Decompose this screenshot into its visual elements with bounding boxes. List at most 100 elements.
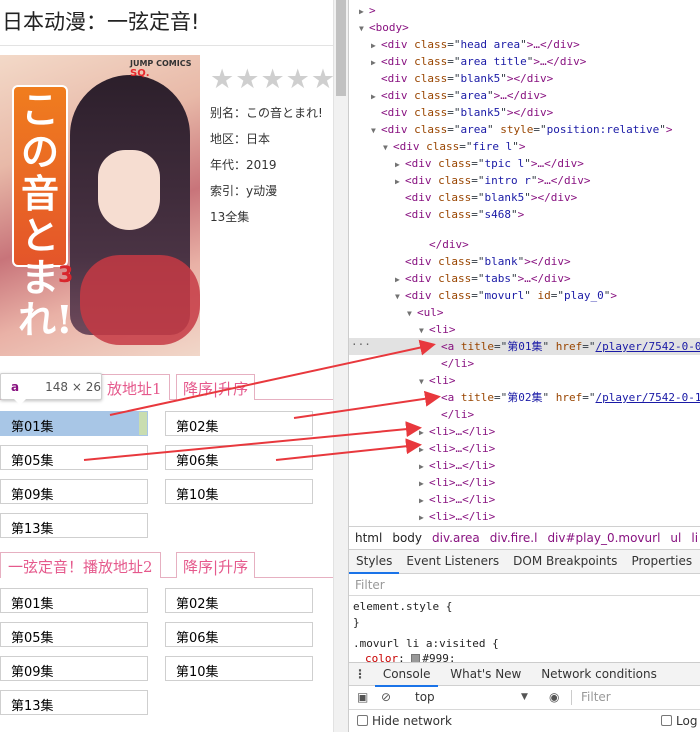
star-icon[interactable]: ★ — [311, 66, 333, 93]
styles-filter-input[interactable]: Filter — [349, 574, 700, 596]
episode-link[interactable]: 第10集 — [165, 656, 313, 681]
expand-toggle-icon[interactable]: ▶ — [395, 271, 405, 288]
episode-link[interactable]: 第06集 — [165, 622, 313, 647]
breadcrumb-item[interactable]: html — [355, 531, 382, 545]
dom-node[interactable]: ▼ <div class="area" style="position:relat… — [349, 121, 700, 138]
drawer-tab-whats-new[interactable]: What's New — [442, 663, 529, 685]
expand-toggle-icon[interactable]: ▶ — [395, 156, 405, 173]
dom-node[interactable]: ▶ <li>…</li> — [349, 440, 700, 457]
expand-toggle-icon[interactable]: ▶ — [371, 54, 381, 71]
hide-network-checkbox[interactable] — [357, 715, 368, 726]
drawer-menu-icon[interactable]: ⋮ — [349, 663, 371, 685]
expand-toggle-icon[interactable]: ▼ — [371, 122, 381, 139]
dom-node[interactable]: ▶ <div class="head area">…</div> — [349, 36, 700, 53]
dom-node[interactable]: ▶ <li>…</li> — [349, 474, 700, 491]
sort-desc-link[interactable]: 降序 — [183, 558, 213, 576]
episode-link[interactable]: 第09集 — [0, 479, 148, 504]
log-checkbox[interactable] — [661, 715, 672, 726]
dom-node[interactable]: <a title="第01集" href="/player/7542-0-0 — [349, 338, 700, 355]
episode-link[interactable]: 第13集 — [0, 690, 148, 715]
dom-node[interactable]: <div class="blank5"></div> — [349, 189, 700, 206]
drawer-tab-network-conditions[interactable]: Network conditions — [533, 663, 665, 685]
dom-node[interactable]: ▶ <div class="tabs">…</div> — [349, 270, 700, 287]
breadcrumb-item[interactable]: div#play_0.movurl — [547, 531, 660, 545]
star-icon[interactable]: ★ — [235, 66, 259, 93]
dom-node[interactable]: <a title="第02集" href="/player/7542-0-1 — [349, 389, 700, 406]
expand-toggle-icon[interactable]: ▶ — [359, 3, 369, 20]
dom-node[interactable]: ▶ <li>…</li> — [349, 457, 700, 474]
dom-node[interactable]: ▶ <li>…</li> — [349, 491, 700, 508]
breadcrumb-item[interactable]: div.area — [432, 531, 480, 545]
dom-node[interactable]: ▼ <li> — [349, 372, 700, 389]
episode-link[interactable]: 第01集 — [0, 411, 148, 436]
log-xmlhttp-option[interactable]: Log — [661, 710, 697, 732]
dom-node[interactable]: ▼ <div class="movurl" id="play_0"> — [349, 287, 700, 304]
dom-node[interactable]: <div class="blank5"></div> — [349, 70, 700, 87]
console-filter-input[interactable]: Filter — [581, 686, 611, 708]
expand-toggle-icon[interactable]: ▼ — [359, 20, 369, 37]
breadcrumb-item[interactable]: li — [691, 531, 698, 545]
episode-link[interactable]: 第05集 — [0, 622, 148, 647]
episode-link[interactable]: 第09集 — [0, 656, 148, 681]
context-selector[interactable]: top — [415, 686, 515, 708]
page-scrollbar-thumb[interactable] — [336, 0, 346, 96]
dom-node[interactable]: <div class="blank"></div> — [349, 253, 700, 270]
expand-toggle-icon[interactable]: ▶ — [419, 509, 429, 524]
dom-node[interactable]: ▼ <ul> — [349, 304, 700, 321]
drawer-tab-console[interactable]: Console — [374, 663, 439, 687]
sort-asc-link[interactable]: 升序 — [218, 380, 248, 398]
panel-tab[interactable]: Styles — [349, 550, 400, 574]
page-scrollbar[interactable] — [333, 0, 348, 732]
episode-link[interactable]: 第01集 — [0, 588, 148, 613]
breadcrumb-item[interactable]: div.fire.l — [490, 531, 538, 545]
panel-tab[interactable]: Event Listeners — [399, 550, 506, 572]
panel-tab[interactable]: DOM Breakpoints — [506, 550, 624, 572]
dom-node[interactable]: ▼ <body> — [349, 19, 700, 36]
clear-console-icon[interactable]: ⊘ — [381, 686, 391, 708]
dom-node[interactable]: <div class="blank5"></div> — [349, 104, 700, 121]
expand-toggle-icon[interactable]: ▶ — [419, 441, 429, 458]
expand-toggle-icon[interactable]: ▼ — [383, 139, 393, 156]
cover-image[interactable]: この音とまれ! 3 JUMP COMICS SQ. — [0, 55, 200, 356]
live-expression-eye-icon[interactable]: ◉ — [549, 686, 559, 708]
expand-toggle-icon[interactable]: ▶ — [419, 475, 429, 492]
rule-selector[interactable]: .movurl li a:visited { — [353, 637, 499, 650]
expand-toggle-icon[interactable]: ▼ — [419, 373, 429, 390]
breadcrumb-item[interactable]: body — [392, 531, 422, 545]
star-icon[interactable]: ★ — [286, 66, 310, 93]
dom-node[interactable]: ▶ <div class="area">…</div> — [349, 87, 700, 104]
expand-toggle-icon[interactable]: ▼ — [395, 288, 405, 305]
element-style-rule[interactable]: element.style { — [353, 600, 452, 613]
sort-asc-link[interactable]: 升序 — [218, 558, 248, 576]
expand-toggle-icon[interactable]: ▶ — [419, 424, 429, 441]
dom-node[interactable]: </div> — [349, 236, 700, 253]
dom-node[interactable]: <div class="s468"> — [349, 206, 700, 223]
dom-node[interactable]: ▶ <li>…</li> — [349, 508, 700, 524]
dom-node[interactable]: ▶ <div class="tpic l">…</div> — [349, 155, 700, 172]
episode-link[interactable]: 第05集 — [0, 445, 148, 470]
expand-toggle-icon[interactable]: ▶ — [371, 88, 381, 105]
breadcrumb-item[interactable]: ul — [670, 531, 681, 545]
rating-stars[interactable]: ★ ★ ★ ★ ★ — [210, 66, 333, 93]
expand-toggle-icon[interactable]: ▶ — [419, 458, 429, 475]
expand-toggle-icon[interactable]: ▼ — [419, 322, 429, 339]
dom-node[interactable]: ▶ <div class="area title">…</div> — [349, 53, 700, 70]
star-icon[interactable]: ★ — [210, 66, 234, 93]
dom-node[interactable]: ▶ > — [349, 2, 700, 19]
dom-node[interactable]: ▶ <div class="intro r">…</div> — [349, 172, 700, 189]
expand-toggle-icon[interactable]: ▼ — [407, 305, 417, 322]
episode-link[interactable]: 第02集 — [165, 588, 313, 613]
dom-node[interactable]: ▼ <div class="fire l"> — [349, 138, 700, 155]
star-icon[interactable]: ★ — [260, 66, 284, 93]
dom-node[interactable]: ▼ <li> — [349, 321, 700, 338]
sort-desc-link[interactable]: 降序 — [183, 380, 213, 398]
chevron-down-icon[interactable]: ▼ — [521, 686, 528, 708]
sidebar-toggle-icon[interactable]: ▣ — [357, 686, 368, 708]
expand-toggle-icon[interactable]: ▶ — [419, 492, 429, 509]
dom-node[interactable]: </li> — [349, 406, 700, 423]
panel-tab[interactable]: Properties — [624, 550, 699, 572]
episode-link[interactable]: 第02集 — [165, 411, 313, 436]
dom-node[interactable]: </li> — [349, 355, 700, 372]
source1-tab[interactable]: 放地址1 — [99, 374, 170, 400]
source2-tab[interactable]: 一弦定音！播放地址2 — [0, 552, 161, 578]
